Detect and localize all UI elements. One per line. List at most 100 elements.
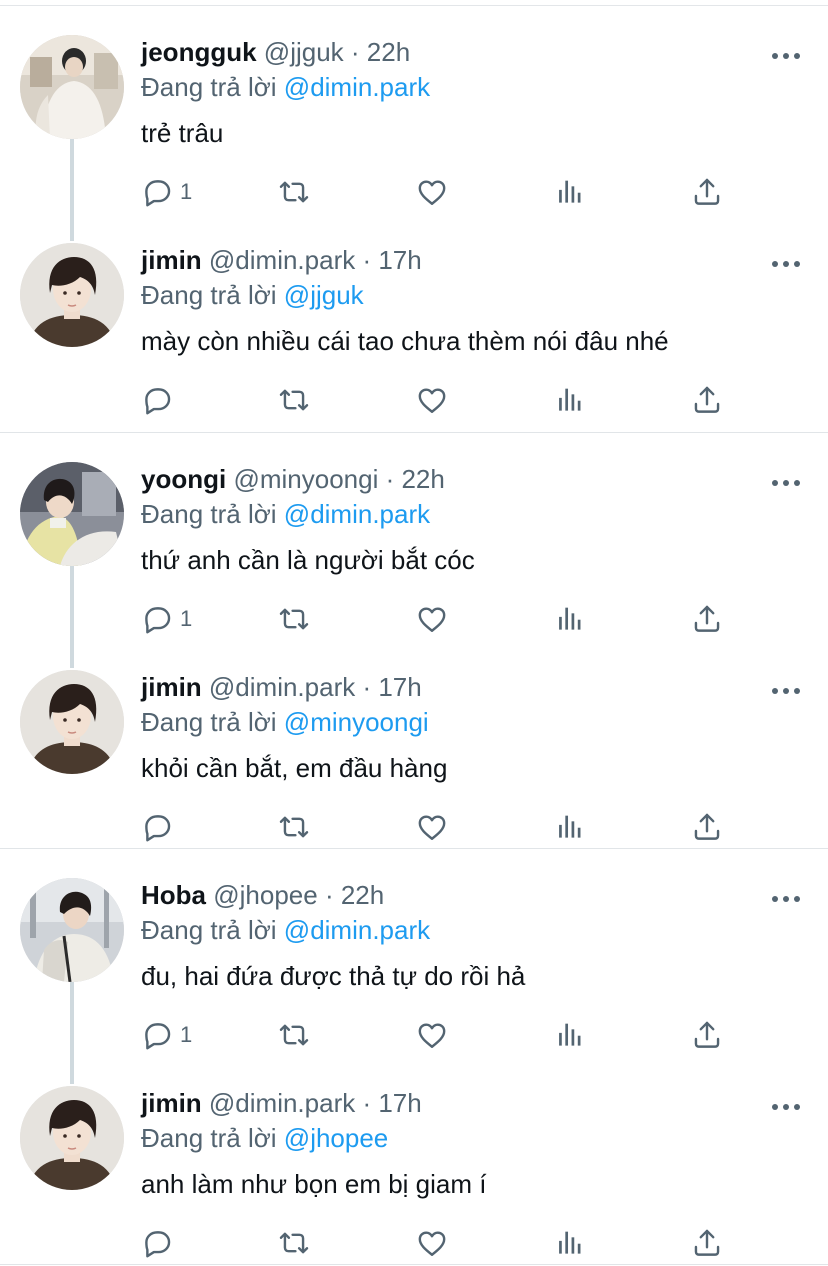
replying-to-line: Đang trả lời @jjguk	[141, 279, 364, 311]
replying-to-mention[interactable]: @jjguk	[284, 280, 364, 310]
share-button[interactable]	[690, 1015, 724, 1055]
separator-dot: ·	[378, 464, 402, 494]
avatar[interactable]	[20, 243, 124, 347]
retweet-button[interactable]	[277, 1223, 311, 1263]
timestamp[interactable]: 17h	[378, 1088, 421, 1118]
author-name[interactable]: Hoba	[141, 880, 206, 910]
like-button[interactable]	[415, 1015, 449, 1055]
retweet-icon	[277, 810, 311, 844]
reply-button[interactable]	[140, 1223, 180, 1263]
reply-button[interactable]	[140, 380, 180, 420]
more-icon[interactable]	[772, 51, 800, 61]
avatar[interactable]	[20, 878, 124, 982]
retweet-button[interactable]	[277, 807, 311, 847]
author-name[interactable]: jeongguk	[141, 37, 257, 67]
author-name[interactable]: jimin	[141, 672, 202, 702]
reply-count: 1	[180, 179, 193, 204]
share-button[interactable]	[690, 380, 724, 420]
replying-to-mention[interactable]: @jhopee	[284, 1123, 388, 1153]
timestamp[interactable]: 17h	[378, 245, 421, 275]
reply-button[interactable]: 1	[140, 172, 192, 212]
retweet-button[interactable]	[277, 599, 311, 639]
more-icon[interactable]	[772, 1102, 800, 1112]
author-name[interactable]: jimin	[141, 245, 202, 275]
reply-button[interactable]: 1	[140, 1015, 192, 1055]
avatar[interactable]	[20, 1086, 124, 1190]
analytics-icon	[553, 810, 587, 844]
replying-to-mention[interactable]: @dimin.park	[284, 499, 430, 529]
like-button[interactable]	[415, 380, 449, 420]
share-button[interactable]	[690, 172, 724, 212]
more-icon[interactable]	[772, 894, 800, 904]
analytics-button[interactable]	[553, 172, 587, 212]
like-button[interactable]	[415, 807, 449, 847]
avatar[interactable]	[20, 670, 124, 774]
replying-to-prefix: Đang trả lời	[141, 72, 277, 102]
timestamp[interactable]: 17h	[378, 672, 421, 702]
author-handle[interactable]: @minyoongi	[233, 464, 378, 494]
author-handle[interactable]: @jjguk	[264, 37, 344, 67]
share-icon	[690, 1018, 724, 1052]
timestamp[interactable]: 22h	[401, 464, 444, 494]
like-button[interactable]	[415, 172, 449, 212]
author-handle[interactable]: @dimin.park	[209, 1088, 355, 1118]
more-icon[interactable]	[772, 686, 800, 696]
retweet-icon	[277, 383, 311, 417]
reply-button[interactable]: 1	[140, 599, 192, 639]
share-button[interactable]	[690, 1223, 724, 1263]
retweet-button[interactable]	[277, 1015, 311, 1055]
author-handle[interactable]: @dimin.park	[209, 672, 355, 702]
replying-to-mention[interactable]: @dimin.park	[284, 915, 430, 945]
author-name[interactable]: jimin	[141, 1088, 202, 1118]
share-button[interactable]	[690, 599, 724, 639]
more-icon[interactable]	[772, 259, 800, 269]
tweet-card[interactable]: jeongguk @jjguk · 22h Đang trả lời @dimin…	[0, 7, 828, 241]
like-icon	[415, 1018, 449, 1052]
analytics-button[interactable]	[553, 1223, 587, 1263]
like-icon	[415, 383, 449, 417]
avatar[interactable]	[20, 462, 124, 566]
like-button[interactable]	[415, 1223, 449, 1263]
author-handle[interactable]: @jhopee	[213, 880, 317, 910]
more-icon[interactable]	[772, 478, 800, 488]
tweet-text: đu, hai đứa được thả tự do rồi hả	[141, 961, 526, 991]
separator-dot: ·	[355, 245, 379, 275]
tweet-actions	[140, 807, 740, 847]
analytics-icon	[553, 175, 587, 209]
replying-to-line: Đang trả lời @dimin.park	[141, 914, 430, 946]
retweet-button[interactable]	[277, 172, 311, 212]
avatar[interactable]	[20, 35, 124, 139]
reply-button[interactable]	[140, 807, 180, 847]
like-icon	[415, 175, 449, 209]
replying-to-mention[interactable]: @dimin.park	[284, 72, 430, 102]
like-icon	[415, 1226, 449, 1260]
tweet-header: jeongguk @jjguk · 22h	[141, 36, 410, 68]
analytics-button[interactable]	[553, 1015, 587, 1055]
tweet-card[interactable]: jimin @dimin.park · 17h Đang trả lời @jho…	[0, 1058, 828, 1266]
tweet-header: Hoba @jhopee · 22h	[141, 879, 384, 911]
analytics-button[interactable]	[553, 807, 587, 847]
top-divider	[0, 0, 828, 6]
reply-icon	[140, 602, 174, 636]
tweet-card[interactable]: Hoba @jhopee · 22h Đang trả lời @dimin.pa…	[0, 850, 828, 1084]
retweet-icon	[277, 602, 311, 636]
timestamp[interactable]: 22h	[367, 37, 410, 67]
author-handle[interactable]: @dimin.park	[209, 245, 355, 275]
share-icon	[690, 383, 724, 417]
retweet-button[interactable]	[277, 380, 311, 420]
like-icon	[415, 810, 449, 844]
share-button[interactable]	[690, 807, 724, 847]
timestamp[interactable]: 22h	[341, 880, 384, 910]
reply-count: 1	[180, 606, 193, 631]
like-button[interactable]	[415, 599, 449, 639]
analytics-button[interactable]	[553, 599, 587, 639]
tweet-card[interactable]: yoongi @minyoongi · 22h Đang trả lời @dim…	[0, 434, 828, 668]
tweet-header: yoongi @minyoongi · 22h	[141, 463, 445, 495]
replying-to-mention[interactable]: @minyoongi	[284, 707, 429, 737]
tweet-card[interactable]: jimin @dimin.park · 17h Đang trả lời @min…	[0, 642, 828, 850]
author-name[interactable]: yoongi	[141, 464, 226, 494]
tweet-actions: 1	[140, 172, 740, 212]
analytics-button[interactable]	[553, 380, 587, 420]
analytics-icon	[553, 1018, 587, 1052]
tweet-card[interactable]: jimin @dimin.park · 17h Đang trả lời @jjg…	[0, 215, 828, 423]
